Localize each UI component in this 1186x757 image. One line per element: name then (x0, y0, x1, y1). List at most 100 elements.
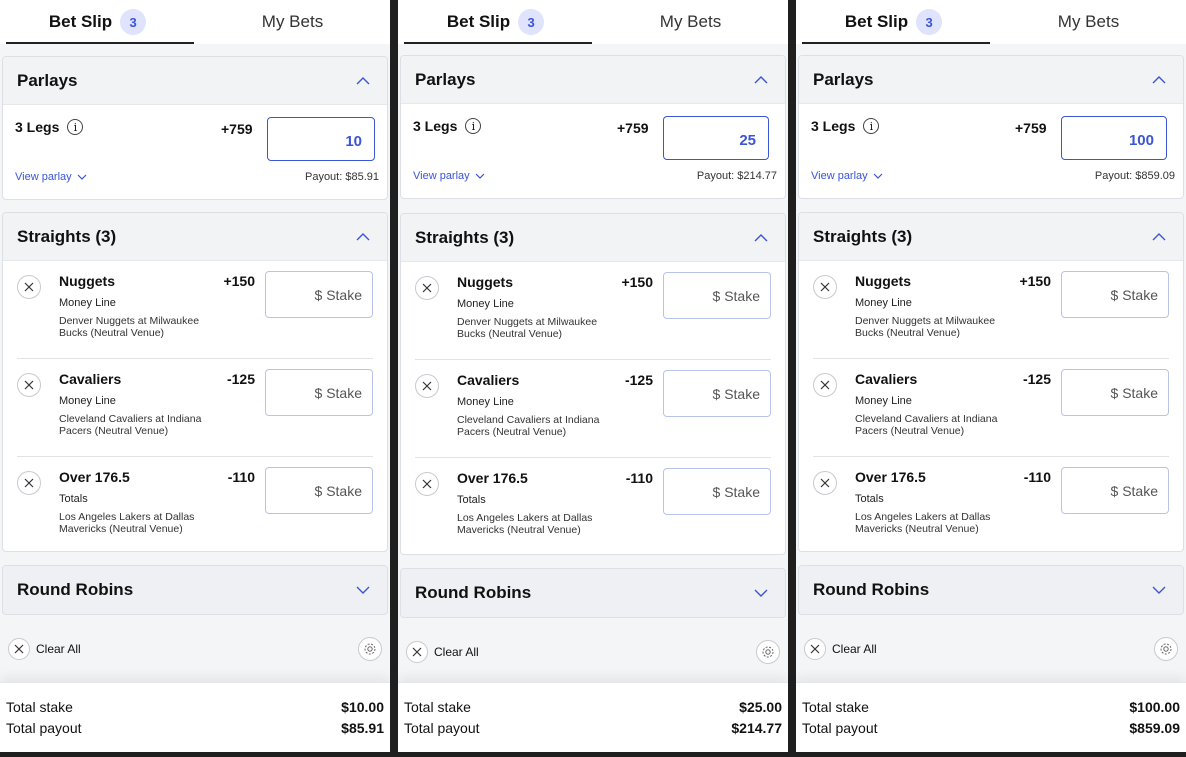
view-parlay-label: View parlay (15, 171, 72, 183)
tab-my-bets[interactable]: My Bets (195, 0, 390, 44)
tab-bet-slip[interactable]: Bet Slip 3 (0, 0, 195, 44)
total-stake-label: Total stake (6, 699, 73, 715)
parlays-header[interactable]: Parlays (401, 56, 785, 104)
chevron-down-icon (475, 173, 485, 179)
tab-my-bets[interactable]: My Bets (991, 0, 1186, 44)
tab-bet-slip[interactable]: Bet Slip 3 (398, 0, 593, 44)
close-icon[interactable] (415, 472, 439, 496)
chevron-down-icon[interactable] (751, 583, 771, 603)
betslip-panel: Bet Slip 3 My Bets Parlays 3 Legs i +759 … (0, 0, 390, 752)
round-robins-header[interactable]: Round Robins (400, 568, 786, 618)
close-icon[interactable] (415, 276, 439, 300)
parlay-odds: +759 (1015, 120, 1047, 136)
stake-input[interactable]: $ Stake (663, 468, 771, 515)
close-icon[interactable] (813, 275, 837, 299)
total-payout-row: Total payout $85.91 (6, 718, 384, 739)
total-stake-label: Total stake (404, 699, 471, 715)
close-icon[interactable] (415, 374, 439, 398)
close-icon[interactable] (17, 373, 41, 397)
straight-bet-row: Nuggets +150 Money Line Denver Nuggets a… (17, 261, 373, 359)
stake-input[interactable]: $ Stake (265, 271, 373, 318)
close-icon[interactable] (813, 373, 837, 397)
parlay-payout: Payout: $85.91 (304, 171, 379, 183)
info-icon[interactable]: i (67, 119, 84, 135)
round-robins-header[interactable]: Round Robins (798, 565, 1184, 615)
straights-title: Straights (3) (415, 227, 515, 247)
selection-name: Nuggets (855, 273, 911, 289)
view-parlay-link[interactable]: View parlay (15, 171, 87, 183)
stake-input[interactable]: $ Stake (265, 467, 373, 514)
chevron-down-icon[interactable] (353, 580, 373, 600)
close-icon[interactable] (813, 471, 837, 495)
market-name: Money Line (457, 298, 514, 310)
selection-odds: -125 (624, 372, 653, 388)
parlays-title: Parlays (813, 69, 874, 89)
chevron-up-icon[interactable] (353, 71, 373, 91)
parlays-header[interactable]: Parlays (799, 56, 1183, 104)
straight-bet-row: Over 176.5 -110 Totals Los Angeles Laker… (813, 457, 1169, 551)
stake-input[interactable]: $ Stake (1061, 467, 1169, 514)
total-payout-value: $85.91 (341, 720, 384, 736)
close-icon (804, 638, 826, 660)
clear-all-row: Clear All (796, 631, 1186, 667)
market-name: Money Line (59, 297, 116, 309)
round-robins-header[interactable]: Round Robins (2, 565, 388, 615)
info-icon[interactable]: i (465, 118, 482, 134)
view-parlay-link[interactable]: View parlay (811, 170, 883, 182)
straights-header[interactable]: Straights (3) (3, 213, 387, 261)
clear-all-button[interactable]: Clear All (804, 638, 877, 660)
active-tab-indicator (6, 42, 194, 44)
tab-bet-slip[interactable]: Bet Slip 3 (796, 0, 991, 44)
close-icon[interactable] (17, 275, 41, 299)
total-payout-value: $859.09 (1129, 720, 1180, 736)
straights-header[interactable]: Straights (3) (401, 214, 785, 262)
chevron-down-icon[interactable] (1149, 580, 1169, 600)
straights-title: Straights (3) (17, 226, 117, 246)
close-icon[interactable] (17, 471, 41, 495)
market-name: Money Line (59, 395, 116, 407)
stake-input[interactable]: $ Stake (1061, 271, 1169, 318)
chevron-up-icon[interactable] (353, 227, 373, 247)
close-icon (8, 638, 30, 660)
market-name: Money Line (855, 395, 912, 407)
selection-name: Cavaliers (59, 371, 122, 387)
legs-text: 3 Legs (413, 118, 458, 134)
gear-icon[interactable] (756, 640, 780, 664)
total-stake-value: $10.00 (341, 699, 384, 715)
gear-icon[interactable] (1154, 637, 1178, 661)
selection-odds: -110 (227, 469, 255, 485)
selection-name: Over 176.5 (457, 470, 528, 486)
close-icon (406, 641, 428, 663)
chevron-up-icon[interactable] (751, 70, 771, 90)
info-icon[interactable]: i (863, 118, 880, 134)
straight-bet-row: Cavaliers -125 Money Line Cleveland Cava… (17, 359, 373, 457)
chevron-up-icon[interactable] (1149, 227, 1169, 247)
clear-all-button[interactable]: Clear All (8, 638, 81, 660)
chevron-up-icon[interactable] (751, 228, 771, 248)
bet-count-badge: 3 (916, 9, 943, 35)
legs-label: 3 Legs i (15, 119, 84, 135)
tab-my-bets[interactable]: My Bets (593, 0, 788, 44)
parlay-stake-input[interactable]: 100 (1061, 116, 1167, 160)
straights-header[interactable]: Straights (3) (799, 213, 1183, 261)
selection-name: Cavaliers (855, 371, 918, 387)
parlays-card: Parlays 3 Legs i +759 10 View parlay Payo… (2, 56, 388, 200)
view-parlay-link[interactable]: View parlay (413, 170, 485, 182)
tab-my-bets-label: My Bets (1057, 12, 1120, 31)
parlay-stake-input[interactable]: 25 (663, 116, 769, 160)
parlay-payout: Payout: $859.09 (1094, 170, 1175, 182)
tab-bar: Bet Slip 3 My Bets (398, 0, 788, 44)
stake-input[interactable]: $ Stake (1061, 369, 1169, 416)
parlay-stake-input[interactable]: 10 (267, 117, 375, 161)
chevron-up-icon[interactable] (1149, 70, 1169, 90)
market-name: Totals (59, 493, 88, 505)
betslip-panel: Bet Slip 3 My Bets Parlays 3 Legs i +759 … (796, 0, 1186, 752)
stake-input[interactable]: $ Stake (663, 272, 771, 319)
total-stake-value: $100.00 (1129, 699, 1180, 715)
parlays-header[interactable]: Parlays (3, 57, 387, 105)
clear-all-button[interactable]: Clear All (406, 641, 479, 663)
selection-name: Nuggets (457, 274, 513, 290)
stake-input[interactable]: $ Stake (663, 370, 771, 417)
stake-input[interactable]: $ Stake (265, 369, 373, 416)
gear-icon[interactable] (358, 637, 382, 661)
